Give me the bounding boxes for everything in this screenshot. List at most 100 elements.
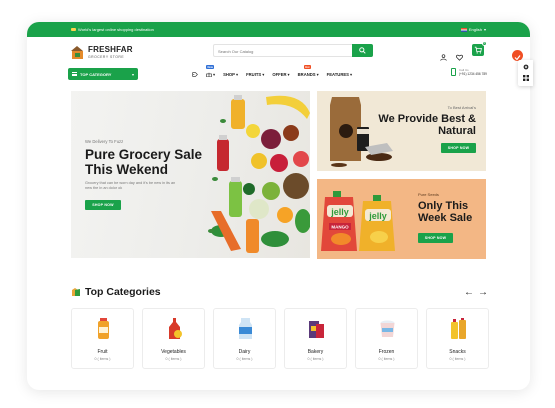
- nav-label-shop: SHOP: [223, 72, 235, 77]
- top-categories-title: Top Categories: [85, 286, 161, 298]
- coffee-shop-now-button[interactable]: SHOP NOW: [441, 143, 476, 153]
- cart-count-badge: 0: [482, 41, 487, 46]
- chevron-down-icon: ▾: [235, 72, 239, 77]
- nav-item-features[interactable]: FEATURES ▾: [327, 72, 352, 77]
- gift-box-icon: [206, 72, 212, 77]
- announcement-bar: World's largest online shopping destinat…: [27, 22, 530, 37]
- nav-label-offer: OFFER: [272, 72, 287, 77]
- chevron-down-icon: ▾: [262, 72, 265, 77]
- settings-panel: [518, 60, 533, 86]
- search-bar: [213, 44, 373, 57]
- search-button[interactable]: [352, 44, 373, 57]
- contact-info[interactable]: Call Us (+91) 1234 456 789: [451, 68, 487, 76]
- language-selector[interactable]: English ▾: [460, 27, 486, 32]
- category-count: 0 ( items ): [165, 357, 182, 361]
- chevron-down-icon: ▾: [287, 72, 290, 77]
- chevron-down-icon: ▾: [483, 27, 486, 32]
- category-card-fruit[interactable]: Fruit 0 ( items ): [71, 308, 134, 369]
- top-categories-header: Top Categories: [71, 286, 161, 298]
- snack-bottles-icon: [451, 318, 466, 339]
- pouch-label-2: jelly: [368, 211, 387, 221]
- phone-icon: [451, 68, 456, 76]
- pouch-label-1: jelly: [330, 207, 349, 217]
- promo-message: World's largest online shopping destinat…: [71, 27, 154, 32]
- bakery-box-icon: [309, 321, 324, 338]
- nav-label-brands: BRANDS: [297, 72, 316, 77]
- shopping-bag-icon: [72, 288, 80, 296]
- hero-shop-now-button[interactable]: SHOP NOW: [85, 200, 121, 210]
- category-card-snacks[interactable]: Snacks 0 ( items ): [426, 308, 489, 369]
- menu-icon: [72, 72, 77, 76]
- milk-carton-icon: [239, 318, 252, 339]
- store-logo-icon: [71, 46, 84, 59]
- jelly-promo-banner[interactable]: jelly jelly MANGO Pure Seeds Only This W…: [317, 179, 486, 259]
- nav-item-new[interactable]: New ▾: [206, 65, 216, 77]
- nav-item-shop[interactable]: SHOP ▾: [223, 72, 238, 77]
- jelly-pouches-illustration: jelly jelly MANGO: [321, 191, 395, 251]
- category-list: Fruit 0 ( items ) Vegetables 0 ( items )…: [71, 308, 489, 369]
- arrow-right-icon[interactable]: →: [478, 288, 488, 298]
- grid-icon[interactable]: [523, 75, 529, 81]
- brand-tagline: GROCERY STORE: [88, 55, 125, 59]
- category-count: 0 ( items ): [307, 357, 324, 361]
- jelly-title: Only This Week Sale: [418, 200, 473, 224]
- cart-icon: [474, 46, 482, 54]
- flag-icon: [460, 27, 467, 32]
- category-name: Dairy: [238, 349, 251, 355]
- user-icon[interactable]: [440, 48, 447, 61]
- coffee-kicker: To Best Arrival's: [447, 105, 476, 110]
- arrow-left-icon[interactable]: ←: [464, 288, 474, 298]
- nav-item-brands[interactable]: Hot BRANDS ▾: [297, 65, 319, 77]
- coffee-title: We Provide Best & Natural: [378, 113, 476, 137]
- search-input[interactable]: [218, 47, 338, 55]
- category-count: 0 ( items ): [236, 357, 253, 361]
- new-badge: New: [206, 65, 215, 69]
- hero-banner: We Delivery To Fuzz Pure Grocery Sale Th…: [71, 91, 310, 258]
- category-card-dairy[interactable]: Dairy 0 ( items ): [213, 308, 276, 369]
- hero-title: Pure Grocery Sale This Wekend: [85, 147, 203, 177]
- cart-button[interactable]: 0: [472, 41, 487, 56]
- brand-name: FRESHFAR: [88, 45, 133, 54]
- promo-text: World's largest online shopping destinat…: [78, 27, 154, 32]
- category-name: Fruit: [97, 349, 108, 355]
- language-label: English: [468, 27, 482, 32]
- vegetable-juice-icon: [169, 318, 182, 339]
- contact-number: (+91) 1234 456 789: [459, 72, 487, 76]
- search-icon: [359, 47, 366, 54]
- category-count: 0 ( items ): [378, 357, 395, 361]
- site-logo[interactable]: FRESHFAR GROCERY STORE: [71, 46, 133, 59]
- hero-description: Grocery that can be worn day and it's be…: [85, 181, 176, 190]
- category-name: Snacks: [449, 349, 466, 355]
- category-card-bakery[interactable]: Bakery 0 ( items ): [284, 308, 347, 369]
- gift-icon: [71, 28, 76, 31]
- header-actions: 0: [440, 41, 487, 61]
- carousel-arrows: ← →: [464, 288, 488, 298]
- pouch-flavor: MANGO: [331, 225, 349, 230]
- nav-item-deals[interactable]: [192, 72, 198, 77]
- gear-icon[interactable]: [523, 64, 529, 70]
- jelly-kicker: Pure Seeds: [418, 192, 439, 197]
- category-count: 0 ( items ): [94, 357, 111, 361]
- nav-label-features: FEATURES: [326, 72, 349, 77]
- coffee-promo-banner[interactable]: To Best Arrival's We Provide Best & Natu…: [317, 91, 486, 171]
- juice-bottle-icon: [98, 318, 109, 339]
- main-nav: New ▾ SHOP ▾ FRUITS ▾ OFFER ▾ Hot BRANDS ▾ F…: [192, 65, 352, 77]
- hero-kicker: We Delivery To Fuzz: [85, 139, 124, 144]
- chevron-down-icon: ▾: [131, 71, 134, 77]
- nav-item-offer[interactable]: OFFER ▾: [272, 72, 289, 77]
- chevron-down-icon: ▾: [349, 72, 353, 77]
- chevron-down-icon: ▾: [213, 72, 216, 77]
- chevron-down-icon: ▾: [316, 72, 319, 77]
- category-card-vegetables[interactable]: Vegetables 0 ( items ): [142, 308, 205, 369]
- nav-label-fruits: FRUITS: [246, 72, 262, 77]
- category-name: Vegetables: [161, 349, 186, 355]
- top-category-label: TOP CATEGORY: [80, 71, 112, 77]
- category-count: 0 ( items ): [449, 357, 466, 361]
- top-category-button[interactable]: TOP CATEGORY ▾: [68, 68, 138, 80]
- heart-icon[interactable]: [456, 48, 463, 61]
- category-card-frozen[interactable]: Frozen 0 ( items ): [355, 308, 418, 369]
- browser-frame: World's largest online shopping destinat…: [27, 22, 530, 390]
- jelly-shop-now-button[interactable]: SHOP NOW: [418, 233, 453, 243]
- nav-item-fruits[interactable]: FRUITS ▾: [246, 72, 264, 77]
- frozen-tub-icon: [380, 320, 395, 337]
